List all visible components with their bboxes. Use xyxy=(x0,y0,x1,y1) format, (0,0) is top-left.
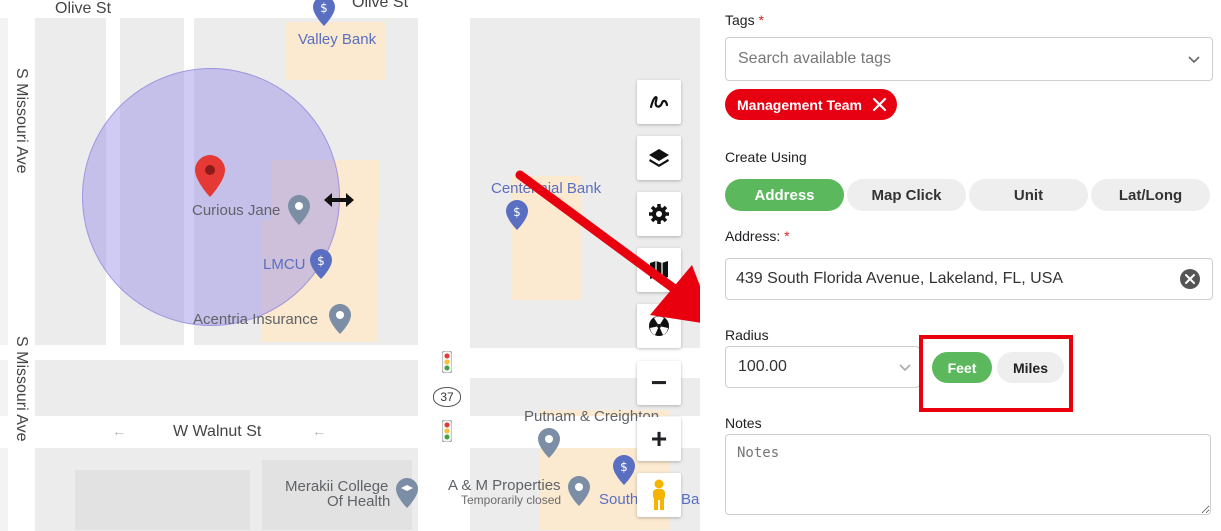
clear-icon[interactable] xyxy=(1179,268,1201,290)
place-pin-icon xyxy=(329,304,351,334)
poi-curious-jane[interactable]: Curious Jane xyxy=(192,202,280,219)
address-label-text: Address: xyxy=(725,228,781,244)
road xyxy=(418,0,470,531)
poi-lmcu[interactable]: LMCU xyxy=(263,256,306,273)
pegman-icon xyxy=(653,479,665,510)
create-using-map-click-button[interactable]: Map Click xyxy=(847,179,966,211)
annotation-highlight-box xyxy=(919,335,1073,412)
one-way-arrow-icon: ← xyxy=(312,423,326,439)
place-pin-icon xyxy=(288,195,310,225)
school-pin-icon xyxy=(396,478,418,508)
poi-am-properties[interactable]: A & M Properties xyxy=(448,477,561,494)
street-label-s-missouri-ave: S Missouri Ave xyxy=(13,68,30,174)
notes-textarea[interactable] xyxy=(725,434,1211,515)
radius-value: 100.00 xyxy=(738,358,787,375)
required-mark: * xyxy=(784,228,790,244)
create-using-lat-long-button[interactable]: Lat/Long xyxy=(1091,179,1210,211)
poi-valley-bank[interactable]: Valley Bank xyxy=(298,31,376,48)
address-label: Address: * xyxy=(725,228,790,244)
street-label-olive-st: Olive St xyxy=(55,0,112,17)
chevron-down-icon xyxy=(899,364,911,372)
poi-acentria-insurance[interactable]: Acentria Insurance xyxy=(193,311,318,328)
tags-label-text: Tags xyxy=(725,12,755,28)
create-using-address-button[interactable]: Address xyxy=(725,179,844,211)
tags-label: Tags * xyxy=(725,12,764,28)
zoom-out-button[interactable]: − xyxy=(637,361,681,405)
traffic-light-icon xyxy=(442,351,452,373)
draw-tool-button[interactable] xyxy=(637,80,681,124)
road xyxy=(0,345,470,360)
street-label-w-walnut-st: W Walnut St xyxy=(173,423,262,440)
close-icon[interactable] xyxy=(872,97,887,112)
tags-search-select[interactable]: Search available tags xyxy=(725,37,1213,81)
map-block xyxy=(35,360,418,416)
address-value: 439 South Florida Avenue, Lakeland, FL, … xyxy=(736,270,1064,287)
place-pin-icon xyxy=(568,476,590,506)
poi-south-bank-suffix: Ba xyxy=(681,491,700,508)
traffic-light-icon xyxy=(442,420,452,442)
poi-am-properties-status: Temporarily closed xyxy=(461,493,562,507)
poi-south-bank[interactable]: South xyxy=(599,491,638,508)
bank-pin-icon: $ xyxy=(310,249,332,279)
location-marker-icon[interactable] xyxy=(195,155,225,197)
zoom-in-button[interactable]: + xyxy=(637,417,681,461)
radius-label: Radius xyxy=(725,327,769,343)
street-view-button[interactable] xyxy=(637,473,681,517)
map-building xyxy=(75,470,250,530)
radius-resize-handle-icon[interactable] xyxy=(322,190,356,210)
tag-chip-label: Management Team xyxy=(737,96,862,113)
bank-pin-icon: $ xyxy=(313,0,335,26)
squiggle-draw-icon xyxy=(649,95,669,109)
notes-label: Notes xyxy=(725,415,762,431)
route-shield: 37 xyxy=(433,387,461,407)
street-label-s-missouri-ave: S Missouri Ave xyxy=(13,336,30,442)
radius-input[interactable]: 100.00 xyxy=(725,346,920,388)
annotation-arrow-icon xyxy=(515,170,715,325)
tags-search-placeholder: Search available tags xyxy=(738,50,891,67)
place-pin-icon xyxy=(538,428,560,458)
svg-text:$: $ xyxy=(317,254,325,268)
bank-pin-icon: $ xyxy=(613,455,635,485)
svg-text:$: $ xyxy=(320,1,328,15)
create-using-unit-button[interactable]: Unit xyxy=(969,179,1088,211)
one-way-arrow-icon: ← xyxy=(112,423,126,439)
tag-chip-management-team[interactable]: Management Team xyxy=(725,89,897,120)
poi-merakii-college-line2: Of Health xyxy=(327,493,391,510)
required-mark: * xyxy=(758,12,764,28)
address-input[interactable]: 439 South Florida Avenue, Lakeland, FL, … xyxy=(725,258,1213,300)
create-using-label: Create Using xyxy=(725,149,807,165)
chevron-down-icon xyxy=(1188,56,1200,64)
street-label-olive-st: Olive St xyxy=(352,0,409,11)
geofence-form-panel: Tags * Search available tags Management … xyxy=(700,0,1221,531)
svg-text:$: $ xyxy=(620,460,628,474)
